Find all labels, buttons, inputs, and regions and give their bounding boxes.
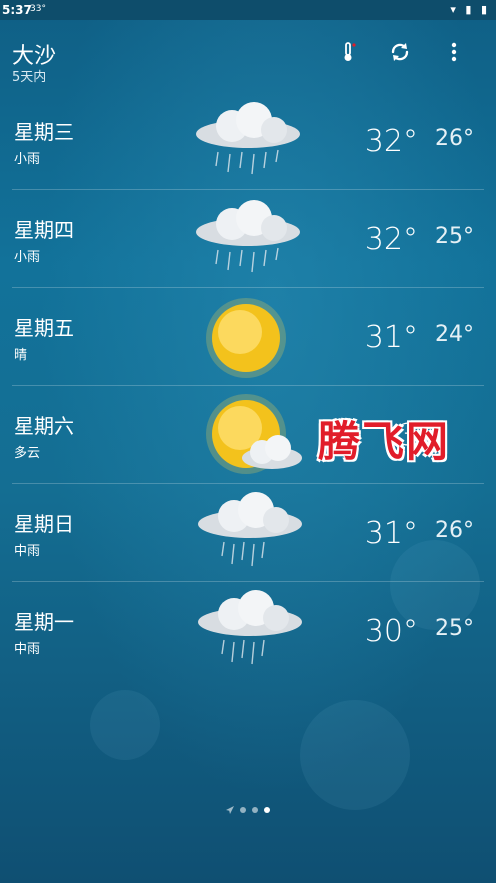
high-temperature: 31° (364, 320, 418, 355)
row-divider (12, 385, 484, 386)
condition-text: 多云 (14, 446, 41, 461)
day-name: 星期四 (14, 218, 74, 242)
moderate-rain-icon (198, 590, 302, 665)
more-vertical-icon (451, 42, 457, 62)
moderate-rain-icon (198, 492, 302, 567)
forecast-row[interactable]: 星期日 中雨 31° 26° (0, 486, 496, 582)
low-temperature: 26° (435, 518, 474, 543)
condition-text: 小雨 (14, 250, 41, 265)
row-divider (12, 483, 484, 484)
light-rain-icon (196, 102, 300, 175)
row-divider (12, 287, 484, 288)
forecast-range-label: 5天内 (12, 70, 47, 85)
forecast-row[interactable]: 星期一 中雨 30° 25° (0, 584, 496, 680)
page-dot[interactable] (240, 807, 246, 813)
thermometer-icon (344, 42, 356, 61)
background-bokeh (90, 690, 160, 760)
day-name: 星期日 (14, 512, 74, 536)
partly-cloudy-icon (206, 394, 302, 474)
forecast-row[interactable]: 星期四 小雨 32° 25° (0, 192, 496, 288)
low-temperature: 25° (435, 616, 474, 641)
day-name: 星期一 (14, 610, 74, 634)
more-options-button[interactable] (440, 38, 468, 66)
background-bokeh (300, 700, 410, 810)
condition-text: 晴 (14, 348, 28, 363)
location-arrow-icon (226, 806, 234, 814)
condition-text: 中雨 (14, 544, 41, 559)
page-dot[interactable] (252, 807, 258, 813)
high-temperature: 32° (364, 124, 418, 159)
high-temperature: 32° (364, 222, 418, 257)
page-dot-active[interactable] (264, 807, 270, 813)
day-name: 星期三 (14, 120, 74, 144)
refresh-button[interactable] (386, 38, 414, 66)
weather-screen: 5:37 33° ▾ ▮ ▮ 大沙 5天内 星期三 小雨 32° 26° 星期四… (0, 0, 496, 883)
condition-text: 中雨 (14, 642, 41, 657)
status-bar: 5:37 33° ▾ ▮ ▮ (0, 0, 496, 20)
low-temperature: 25° (435, 224, 474, 249)
temperature-unit-button[interactable] (334, 38, 362, 66)
high-temperature: 31° (364, 516, 418, 551)
forecast-row[interactable]: 星期五 晴 31° 24° (0, 290, 496, 386)
sun-icon (206, 298, 286, 378)
status-icons: ▾ ▮ ▮ (450, 3, 490, 16)
day-name: 星期六 (14, 414, 74, 438)
forecast-row[interactable]: 星期三 小雨 32° 26° (0, 94, 496, 190)
high-temperature: 30° (364, 614, 418, 649)
status-time: 5:37 (2, 3, 32, 17)
refresh-icon (391, 43, 409, 61)
low-temperature: 26° (435, 126, 474, 151)
day-name: 星期五 (14, 316, 74, 340)
page-indicator[interactable] (226, 806, 270, 814)
row-divider (12, 189, 484, 190)
row-divider (12, 581, 484, 582)
light-rain-icon (196, 200, 300, 273)
low-temperature: 24° (435, 322, 474, 347)
condition-text: 小雨 (14, 152, 41, 167)
watermark-text: 腾飞网 (318, 417, 451, 466)
status-temperature: 33° (30, 4, 46, 14)
